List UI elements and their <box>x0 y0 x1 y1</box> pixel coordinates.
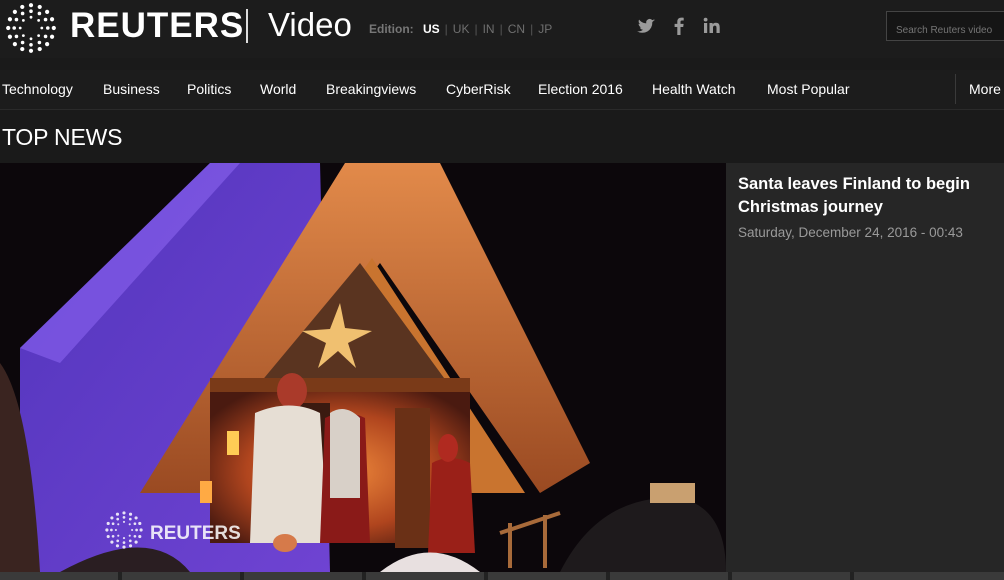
nav-technology[interactable]: Technology <box>2 81 73 97</box>
nav-politics[interactable]: Politics <box>187 81 231 97</box>
video-player[interactable]: REUTERS <box>0 163 726 572</box>
main-nav: Technology Business Politics World Break… <box>0 70 1004 110</box>
nav-divider <box>955 74 956 104</box>
thumbnail[interactable] <box>366 572 484 580</box>
brand-section[interactable]: Video <box>268 6 352 44</box>
reuters-logo-icon[interactable] <box>2 3 60 53</box>
thumbnail[interactable] <box>0 572 118 580</box>
brand-divider <box>246 9 248 43</box>
video-watermark: REUTERS <box>150 523 241 544</box>
linkedin-icon[interactable] <box>700 14 724 38</box>
nav-election-2016[interactable]: Election 2016 <box>538 81 623 97</box>
nav-more[interactable]: More <box>969 81 1001 97</box>
thumbnail[interactable] <box>488 572 606 580</box>
thumbnail[interactable] <box>122 572 240 580</box>
nav-cyberrisk[interactable]: CyberRisk <box>446 81 511 97</box>
top-story-timestamp: Saturday, December 24, 2016 - 00:43 <box>738 225 963 240</box>
thumbnail[interactable] <box>610 572 728 580</box>
brand-name[interactable]: REUTERS <box>70 6 244 46</box>
video-frame-image: REUTERS <box>0 163 726 572</box>
nav-breakingviews[interactable]: Breakingviews <box>326 81 416 97</box>
twitter-icon[interactable] <box>634 14 658 38</box>
section-title: TOP NEWS <box>2 124 123 150</box>
edition-selector: Edition: US | UK | IN | CN | JP <box>369 22 553 36</box>
search-input[interactable] <box>886 11 1004 41</box>
edition-in[interactable]: IN <box>483 22 495 36</box>
edition-jp[interactable]: JP <box>538 22 552 36</box>
nav-health-watch[interactable]: Health Watch <box>652 81 736 97</box>
edition-uk[interactable]: UK <box>453 22 470 36</box>
thumbnail[interactable] <box>244 572 362 580</box>
nav-world[interactable]: World <box>260 81 296 97</box>
thumbnail[interactable] <box>732 572 850 580</box>
edition-label: Edition: <box>369 22 414 36</box>
edition-us[interactable]: US <box>423 22 440 36</box>
facebook-icon[interactable] <box>667 14 691 38</box>
edition-cn[interactable]: CN <box>508 22 525 36</box>
nav-business[interactable]: Business <box>103 81 160 97</box>
top-bar: REUTERS Video Edition: US | UK | IN | CN | JP <box>0 0 1004 58</box>
thumbnail[interactable] <box>854 572 1004 580</box>
nav-most-popular[interactable]: Most Popular <box>767 81 849 97</box>
thumbnail-strip <box>0 572 1004 580</box>
top-story-panel: Santa leaves Finland to begin Christmas … <box>726 163 1004 572</box>
top-story-headline[interactable]: Santa leaves Finland to begin Christmas … <box>738 173 1000 219</box>
